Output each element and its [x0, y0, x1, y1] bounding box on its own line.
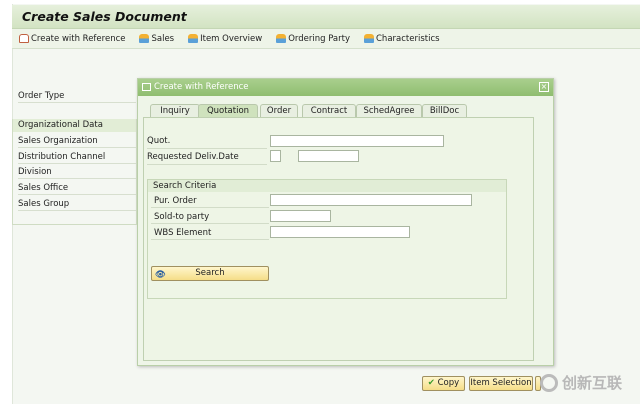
search-criteria-group: Search Criteria Pur. Order Sold-to party… [147, 179, 507, 299]
button-label: Sales [151, 33, 175, 44]
sold-to-party-input[interactable] [270, 210, 331, 222]
button-label: Ordering Party [288, 33, 350, 44]
item-selection-button[interactable]: Item Selection [469, 376, 533, 391]
person-icon [139, 34, 150, 43]
watermark-logo: 创新互联 [540, 372, 622, 393]
watermark-text: 创新互联 [562, 374, 623, 392]
toolbar: Create with Reference Sales Item Overvie… [12, 29, 640, 49]
button-label: Item Overview [200, 33, 263, 44]
org-data-header: Organizational Data [13, 119, 136, 132]
sales-button[interactable]: Sales [139, 34, 174, 44]
search-criteria-header: Search Criteria [148, 180, 506, 192]
sales-group-label: Sales Group [18, 197, 136, 211]
requested-deliv-date-input[interactable] [298, 150, 359, 162]
page-title: Create Sales Document [22, 9, 187, 24]
wbs-element-input[interactable] [270, 226, 410, 238]
characteristics-button[interactable]: Characteristics [364, 34, 440, 44]
quot-input[interactable] [270, 135, 444, 147]
dialog-icon [142, 83, 151, 91]
wbs-element-label: WBS Element [154, 228, 212, 238]
button-label: Search [195, 268, 225, 278]
sales-office-label: Sales Office [18, 181, 136, 195]
sales-organization-label: Sales Organization [18, 134, 136, 148]
search-button[interactable]: 👁 Search [151, 266, 269, 281]
create-with-reference-dialog: Create with Reference × Inquiry Quotatio… [137, 78, 554, 366]
button-label: Copy [437, 378, 460, 388]
tab-contract[interactable]: Contract [302, 104, 356, 118]
button-label: Create with Reference [31, 33, 126, 44]
dialog-title: Create with Reference [154, 82, 249, 92]
person-icon [364, 34, 374, 43]
sold-to-party-label: Sold-to party [154, 212, 210, 222]
close-icon[interactable]: × [539, 82, 549, 92]
checkmark-icon: ✔ [427, 378, 435, 388]
division-label: Division [18, 165, 136, 179]
tab-panel: Quot. Requested Deliv.Date Search Criter… [143, 117, 534, 361]
pur-order-label: Pur. Order [154, 196, 197, 206]
date-type-input[interactable] [270, 150, 281, 162]
distribution-channel-label: Distribution Channel [18, 150, 136, 164]
binoculars-icon: 👁 [155, 270, 166, 280]
item-overview-button[interactable]: Item Overview [188, 34, 262, 44]
person-icon [276, 34, 287, 43]
tab-order[interactable]: Order [260, 104, 298, 118]
tab-inquiry[interactable]: Inquiry [150, 104, 200, 118]
quot-label: Quot. [147, 136, 171, 146]
copy-doc-icon [19, 34, 29, 43]
tab-quotation[interactable]: Quotation [198, 104, 258, 118]
tab-schedagree[interactable]: SchedAgree [356, 104, 422, 118]
create-with-reference-button[interactable]: Create with Reference [19, 34, 125, 44]
person-icon [188, 34, 199, 43]
tab-billdoc[interactable]: BillDoc [422, 104, 467, 118]
title-bar: Create Sales Document [12, 5, 640, 29]
pur-order-input[interactable] [270, 194, 472, 206]
dialog-header[interactable]: Create with Reference × [138, 79, 553, 96]
button-label: Characteristics [376, 33, 440, 44]
ordering-party-button[interactable]: Ordering Party [276, 34, 350, 44]
button-label: Item Selection [470, 378, 532, 388]
copy-button[interactable]: ✔ Copy [422, 376, 465, 391]
requested-deliv-date-label: Requested Deliv.Date [147, 152, 239, 162]
order-type-label: Order Type [18, 89, 136, 103]
